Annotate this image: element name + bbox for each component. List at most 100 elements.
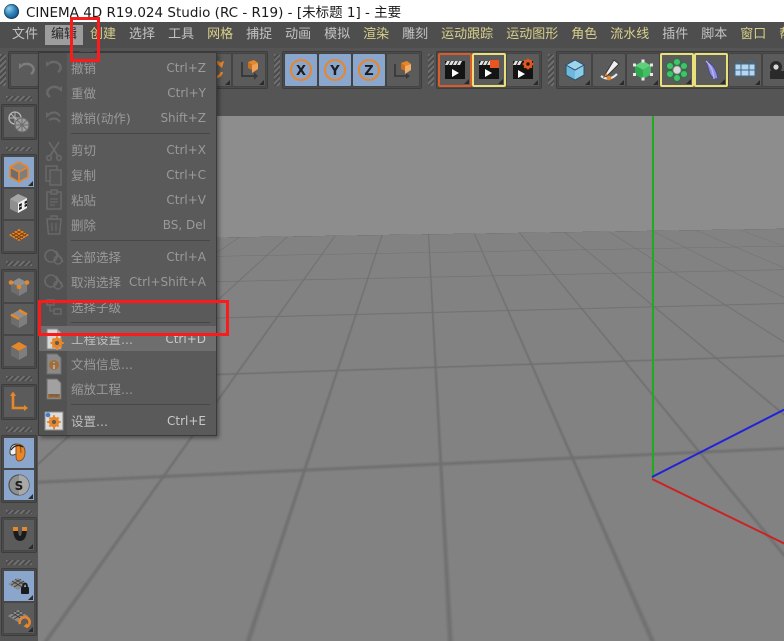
floor-icon[interactable] — [728, 53, 762, 87]
model-mode-icon[interactable] — [3, 156, 35, 189]
toolbar-gripper[interactable] — [0, 54, 6, 86]
render-settings-icon[interactable] — [506, 53, 540, 87]
menu-9[interactable]: 渲染 — [357, 25, 395, 45]
menu-item-shortcut: Ctrl+A — [166, 249, 206, 264]
menu-item-shortcut: Shift+Z — [160, 110, 206, 125]
menu-item-剪切[interactable]: 剪切 Ctrl+X — [39, 137, 216, 162]
render-picture-viewer-icon[interactable] — [472, 53, 506, 87]
toolbar-gripper[interactable] — [274, 54, 280, 86]
x-axis-line — [651, 478, 784, 548]
menu-3[interactable]: 选择 — [123, 25, 161, 45]
make-editable-icon[interactable] — [3, 105, 35, 138]
select-all-icon — [41, 246, 67, 267]
left-toolbar-gripper[interactable] — [6, 146, 32, 152]
menu-item-重做[interactable]: 重做 Ctrl+Y — [39, 80, 216, 105]
menu-0[interactable]: 文件 — [6, 25, 44, 45]
svg-text:X: X — [296, 64, 306, 79]
menu-item-shortcut: Ctrl+Z — [166, 60, 206, 75]
snap-group: S — [1, 434, 37, 503]
menu-15[interactable]: 插件 — [656, 25, 694, 45]
left-toolbar-gripper[interactable] — [6, 96, 32, 101]
menu-item-shortcut: Ctrl+C — [166, 167, 206, 182]
menu-item-shortcut: BS, Del — [162, 217, 206, 232]
menu-item-文档信息[interactable]: 文档信息... — [39, 351, 216, 376]
render-view-icon[interactable] — [438, 53, 472, 87]
menu-item-shortcut: Ctrl+Shift+A — [129, 274, 206, 289]
mode-group — [1, 154, 37, 255]
menu-4[interactable]: 工具 — [162, 25, 200, 45]
move-axis-icon[interactable] — [232, 53, 266, 87]
left-toolbar-gripper[interactable] — [6, 376, 32, 381]
world-coordinates-icon[interactable] — [386, 53, 420, 87]
magnet-group — [1, 517, 37, 554]
menu-item-取消选择[interactable]: 取消选择 Ctrl+Shift+A — [39, 269, 216, 294]
snap-icon[interactable]: S — [3, 468, 35, 501]
menu-10[interactable]: 雕刻 — [396, 25, 434, 45]
left-toolbar-gripper[interactable] — [6, 509, 32, 515]
viewport-solo-icon[interactable] — [3, 436, 35, 469]
edit-menu-dropdown: 撤销 Ctrl+Z 重做 Ctrl+Y 撤销(动作) Shift+Z 剪切 Ctrl+X 复制 C… — [38, 52, 217, 436]
menu-item-全部选择[interactable]: 全部选择 Ctrl+A — [39, 244, 216, 269]
axis-lock-group: X Y Z — [282, 51, 422, 89]
axis-x-icon[interactable]: X — [284, 53, 318, 87]
menu-12[interactable]: 运动图形 — [500, 25, 564, 45]
edges-mode-icon[interactable] — [3, 303, 35, 336]
texture-mode-icon[interactable] — [3, 188, 35, 221]
axis-y-icon[interactable]: Y — [318, 53, 352, 87]
workplane-lock-icon[interactable] — [3, 570, 35, 603]
delete-icon — [41, 214, 67, 235]
left-toolbar-gripper[interactable] — [6, 560, 32, 566]
menu-item-复制[interactable]: 复制 Ctrl+C — [39, 162, 216, 187]
workplane-align-icon[interactable] — [3, 602, 35, 635]
menu-item-粘贴[interactable]: 粘贴 Ctrl+V — [39, 187, 216, 212]
menu-5[interactable]: 网格 — [201, 25, 239, 45]
menu-item-shortcut: Ctrl+Y — [167, 85, 206, 100]
workplane-icon[interactable] — [3, 220, 35, 253]
array-icon[interactable] — [660, 53, 694, 87]
menu-6[interactable]: 捕捉 — [240, 25, 278, 45]
deselect-icon — [41, 271, 67, 292]
menu-item-shortcut: Ctrl+E — [167, 413, 206, 428]
svg-text:S: S — [15, 479, 24, 493]
menu-item-label: 全部选择 — [71, 250, 122, 265]
menu-14[interactable]: 流水线 — [604, 25, 655, 45]
toolbar-gripper[interactable] — [548, 54, 554, 86]
menu-item-设置[interactable]: 设置... Ctrl+E — [39, 408, 216, 433]
menu-18[interactable]: 帮助 — [773, 25, 784, 45]
viewport-mode-group — [1, 103, 37, 140]
scale-project-icon — [41, 378, 67, 399]
toolbar-gripper[interactable] — [428, 54, 434, 86]
paste-icon — [41, 188, 67, 210]
menu-item-label: 剪切 — [71, 143, 97, 158]
redo-icon — [41, 82, 67, 103]
cube-primitive-icon[interactable] — [558, 53, 592, 87]
menu-16[interactable]: 脚本 — [695, 25, 733, 45]
bend-deformer-icon[interactable] — [694, 53, 728, 87]
menu-13[interactable]: 角色 — [565, 25, 603, 45]
points-mode-icon[interactable] — [3, 271, 35, 304]
camera-icon[interactable] — [762, 53, 784, 87]
undo-icon — [41, 57, 67, 78]
polygons-mode-icon[interactable] — [3, 335, 35, 368]
generator-icon[interactable] — [626, 53, 660, 87]
svg-text:Y: Y — [329, 64, 340, 79]
menu-item-删除[interactable]: 删除 BS, Del — [39, 212, 216, 237]
undo-action-icon — [41, 107, 67, 128]
spline-pen-icon[interactable] — [592, 53, 626, 87]
menu-7[interactable]: 动画 — [279, 25, 317, 45]
menu-item-label: 撤销(动作) — [71, 111, 131, 126]
menu-11[interactable]: 运动跟踪 — [435, 25, 499, 45]
menu-item-缩放工程[interactable]: 缩放工程... — [39, 376, 216, 401]
menu-separator — [71, 133, 210, 134]
menu-item-撤销(动作)[interactable]: 撤销(动作) Shift+Z — [39, 105, 216, 130]
menu-item-撤销[interactable]: 撤销 Ctrl+Z — [39, 55, 216, 80]
enable-axis-icon[interactable] — [3, 385, 35, 418]
menu-17[interactable]: 窗口 — [734, 25, 772, 45]
left-toolbar-gripper[interactable] — [6, 426, 32, 432]
title-bar: CINEMA 4D R19.024 Studio (RC - R19) - [未… — [0, 0, 784, 22]
axis-z-icon[interactable]: Z — [352, 53, 386, 87]
menu-8[interactable]: 模拟 — [318, 25, 356, 45]
left-toolbar-gripper[interactable] — [6, 261, 32, 267]
magnet-icon[interactable] — [3, 519, 35, 552]
workplane-lock-group — [1, 568, 37, 637]
